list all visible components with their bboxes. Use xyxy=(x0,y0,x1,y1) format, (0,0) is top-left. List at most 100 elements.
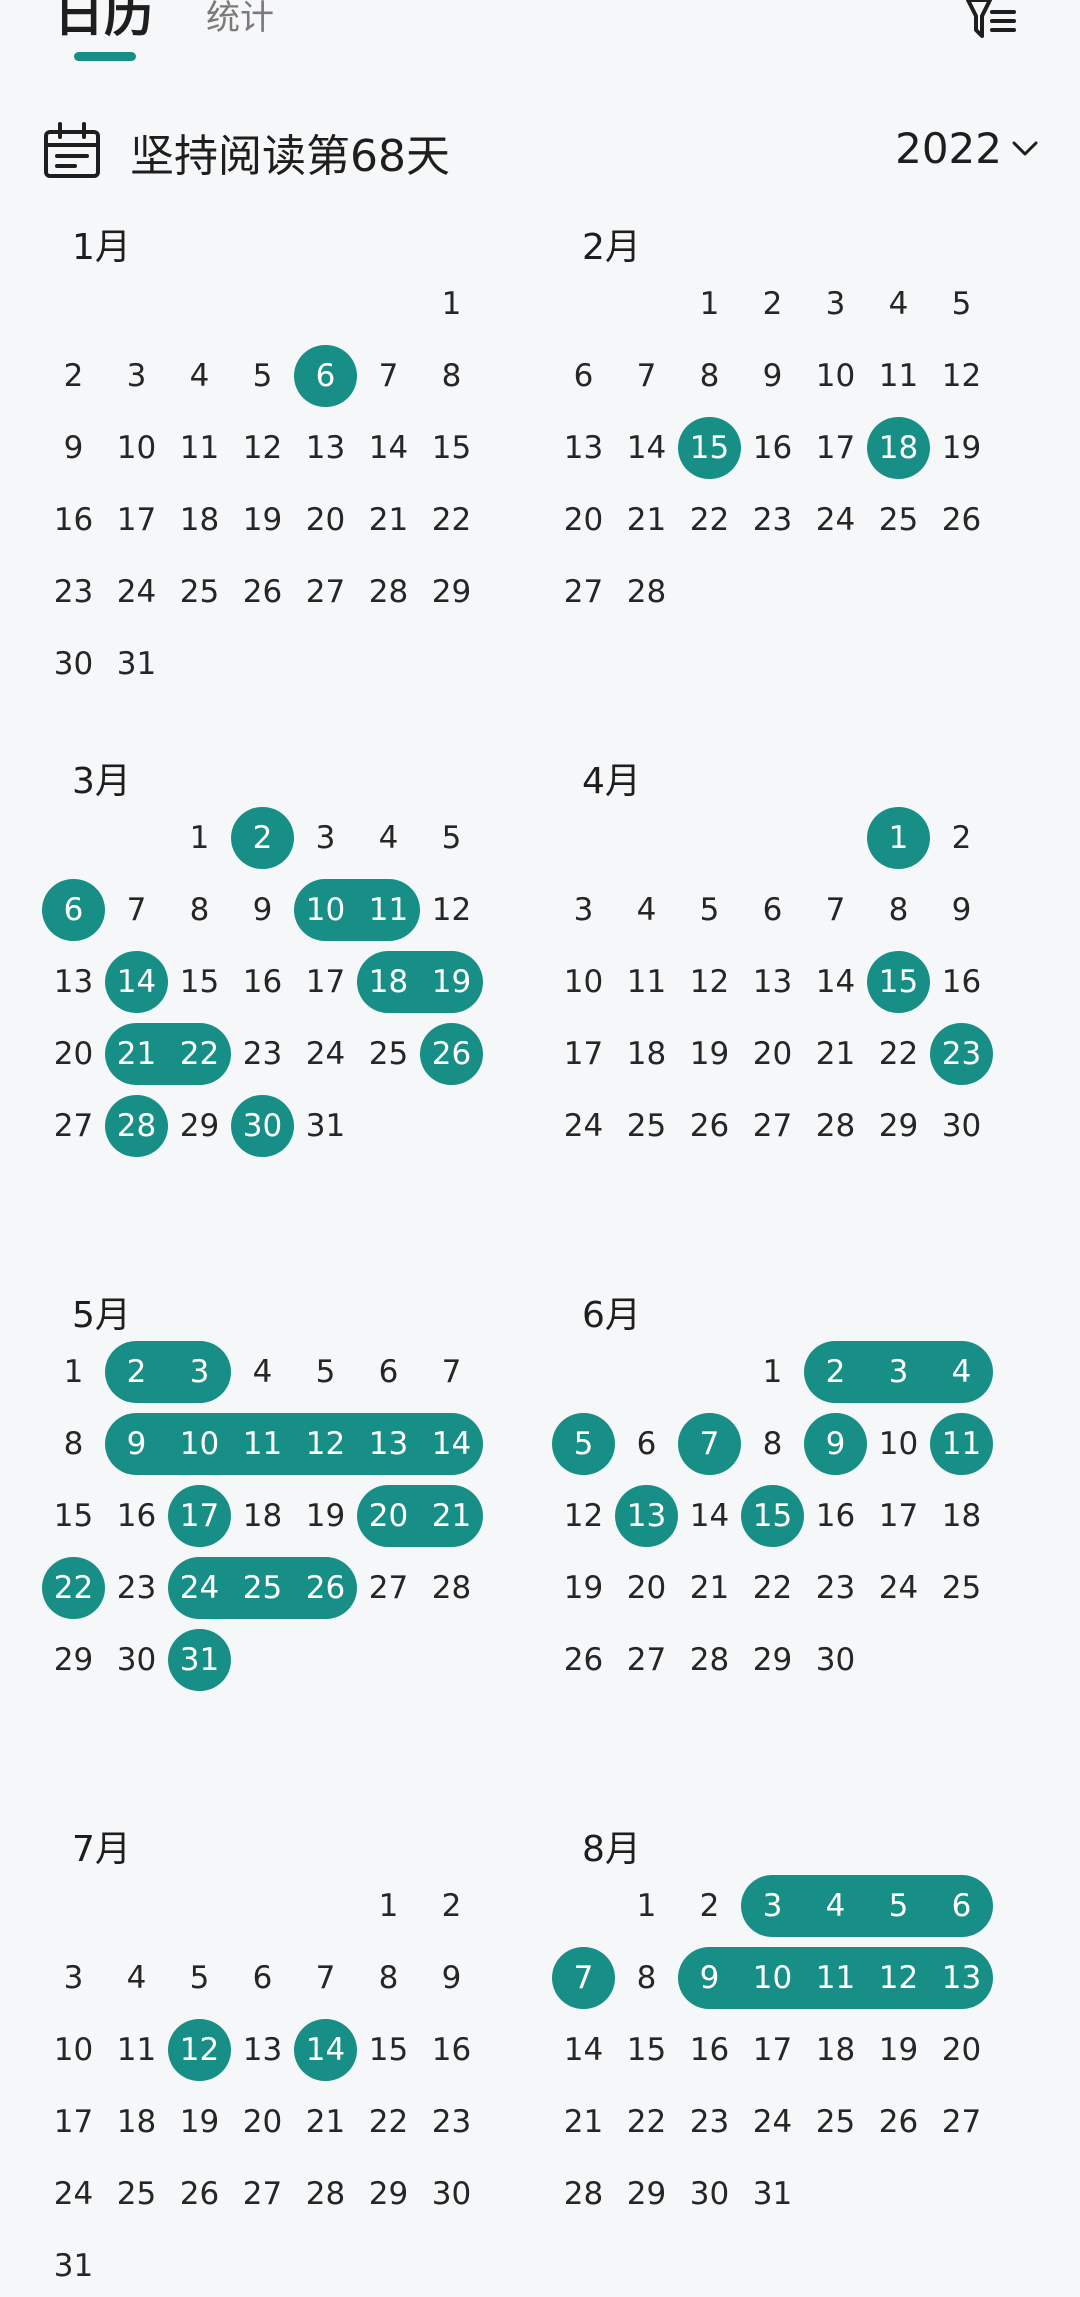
calendar-day-read[interactable]: 2 xyxy=(231,807,294,869)
calendar-day[interactable]: 16 xyxy=(231,951,294,1013)
calendar-day[interactable]: 17 xyxy=(867,1485,930,1547)
calendar-day[interactable]: 23 xyxy=(420,2091,483,2153)
calendar-day[interactable]: 6 xyxy=(741,879,804,941)
calendar-day[interactable]: 28 xyxy=(678,1629,741,1691)
calendar-day[interactable]: 22 xyxy=(867,1023,930,1085)
calendar-day[interactable]: 5 xyxy=(678,879,741,941)
calendar-day[interactable]: 12 xyxy=(930,345,993,407)
calendar-day[interactable]: 28 xyxy=(615,561,678,623)
calendar-day[interactable]: 30 xyxy=(804,1629,867,1691)
calendar-day[interactable]: 31 xyxy=(105,633,168,695)
calendar-day[interactable]: 10 xyxy=(804,345,867,407)
calendar-day[interactable]: 27 xyxy=(231,2163,294,2225)
filter-list-button[interactable] xyxy=(962,0,1022,50)
calendar-day[interactable]: 5 xyxy=(231,345,294,407)
calendar-day[interactable]: 3 xyxy=(105,345,168,407)
calendar-day[interactable]: 19 xyxy=(294,1485,357,1547)
calendar-day[interactable]: 26 xyxy=(168,2163,231,2225)
calendar-day[interactable]: 21 xyxy=(357,489,420,551)
calendar-day[interactable]: 28 xyxy=(357,561,420,623)
calendar-day[interactable]: 24 xyxy=(804,489,867,551)
calendar-day[interactable]: 27 xyxy=(42,1095,105,1157)
calendar-day[interactable]: 17 xyxy=(804,417,867,479)
calendar-day-read[interactable]: 19 xyxy=(420,951,483,1013)
calendar-day-read[interactable]: 6 xyxy=(930,1875,993,1937)
calendar-day[interactable]: 8 xyxy=(168,879,231,941)
calendar-day[interactable]: 1 xyxy=(357,1875,420,1937)
calendar-day[interactable]: 29 xyxy=(867,1095,930,1157)
calendar-day[interactable]: 20 xyxy=(42,1023,105,1085)
calendar-day-read[interactable]: 18 xyxy=(357,951,420,1013)
calendar-day[interactable]: 17 xyxy=(42,2091,105,2153)
calendar-day-read[interactable]: 15 xyxy=(678,417,741,479)
calendar-day[interactable]: 5 xyxy=(168,1947,231,2009)
calendar-day[interactable]: 7 xyxy=(615,345,678,407)
calendar-day-read[interactable]: 1 xyxy=(867,807,930,869)
calendar-day[interactable]: 13 xyxy=(231,2019,294,2081)
calendar-day-read[interactable]: 3 xyxy=(741,1875,804,1937)
calendar-day[interactable]: 8 xyxy=(420,345,483,407)
tab-statistics[interactable]: 统计 xyxy=(206,0,274,39)
calendar-day[interactable]: 1 xyxy=(741,1341,804,1403)
calendar-day-read[interactable]: 31 xyxy=(168,1629,231,1691)
calendar-day-read[interactable]: 20 xyxy=(357,1485,420,1547)
calendar-day-read[interactable]: 5 xyxy=(552,1413,615,1475)
calendar-day[interactable]: 28 xyxy=(804,1095,867,1157)
calendar-day-read[interactable]: 6 xyxy=(42,879,105,941)
calendar-day[interactable]: 31 xyxy=(294,1095,357,1157)
calendar-day-read[interactable]: 24 xyxy=(168,1557,231,1619)
calendar-day[interactable]: 23 xyxy=(741,489,804,551)
calendar-day[interactable]: 29 xyxy=(615,2163,678,2225)
calendar-day[interactable]: 22 xyxy=(420,489,483,551)
calendar-day[interactable]: 14 xyxy=(552,2019,615,2081)
calendar-day[interactable]: 7 xyxy=(294,1947,357,2009)
calendar-day[interactable]: 17 xyxy=(294,951,357,1013)
calendar-day[interactable]: 11 xyxy=(168,417,231,479)
calendar-day-read[interactable]: 10 xyxy=(168,1413,231,1475)
calendar-day[interactable]: 14 xyxy=(615,417,678,479)
calendar-day[interactable]: 7 xyxy=(804,879,867,941)
calendar-day[interactable]: 17 xyxy=(741,2019,804,2081)
calendar-day[interactable]: 1 xyxy=(615,1875,678,1937)
calendar-day-read[interactable]: 10 xyxy=(294,879,357,941)
calendar-day[interactable]: 28 xyxy=(294,2163,357,2225)
calendar-day-read[interactable]: 4 xyxy=(804,1875,867,1937)
calendar-day-read[interactable]: 14 xyxy=(105,951,168,1013)
calendar-day[interactable]: 8 xyxy=(357,1947,420,2009)
calendar-day[interactable]: 5 xyxy=(930,273,993,335)
calendar-day[interactable]: 25 xyxy=(615,1095,678,1157)
calendar-day-read[interactable]: 30 xyxy=(231,1095,294,1157)
calendar-day-read[interactable]: 26 xyxy=(420,1023,483,1085)
calendar-day[interactable]: 12 xyxy=(231,417,294,479)
calendar-day[interactable]: 4 xyxy=(168,345,231,407)
calendar-day[interactable]: 10 xyxy=(867,1413,930,1475)
calendar-day-read[interactable]: 3 xyxy=(867,1341,930,1403)
calendar-day[interactable]: 16 xyxy=(105,1485,168,1547)
calendar-day[interactable]: 16 xyxy=(741,417,804,479)
calendar-day[interactable]: 26 xyxy=(867,2091,930,2153)
calendar-day[interactable]: 6 xyxy=(357,1341,420,1403)
calendar-day[interactable]: 5 xyxy=(420,807,483,869)
calendar-day[interactable]: 23 xyxy=(231,1023,294,1085)
calendar-day[interactable]: 19 xyxy=(552,1557,615,1619)
calendar-day[interactable]: 29 xyxy=(357,2163,420,2225)
calendar-day[interactable]: 27 xyxy=(552,561,615,623)
calendar-day[interactable]: 25 xyxy=(357,1023,420,1085)
calendar-day[interactable]: 20 xyxy=(615,1557,678,1619)
calendar-day[interactable]: 26 xyxy=(552,1629,615,1691)
calendar-day-read[interactable]: 14 xyxy=(294,2019,357,2081)
calendar-day[interactable]: 11 xyxy=(867,345,930,407)
calendar-day[interactable]: 18 xyxy=(804,2019,867,2081)
calendar-day[interactable]: 6 xyxy=(231,1947,294,2009)
calendar-day[interactable]: 9 xyxy=(420,1947,483,2009)
calendar-day[interactable]: 19 xyxy=(930,417,993,479)
calendar-day[interactable]: 24 xyxy=(42,2163,105,2225)
calendar-day[interactable]: 8 xyxy=(867,879,930,941)
calendar-day[interactable]: 21 xyxy=(804,1023,867,1085)
calendar-day[interactable]: 17 xyxy=(552,1023,615,1085)
calendar-day[interactable]: 6 xyxy=(615,1413,678,1475)
calendar-day-read[interactable]: 11 xyxy=(231,1413,294,1475)
calendar-day[interactable]: 1 xyxy=(168,807,231,869)
calendar-day[interactable]: 27 xyxy=(741,1095,804,1157)
calendar-day-read[interactable]: 15 xyxy=(867,951,930,1013)
